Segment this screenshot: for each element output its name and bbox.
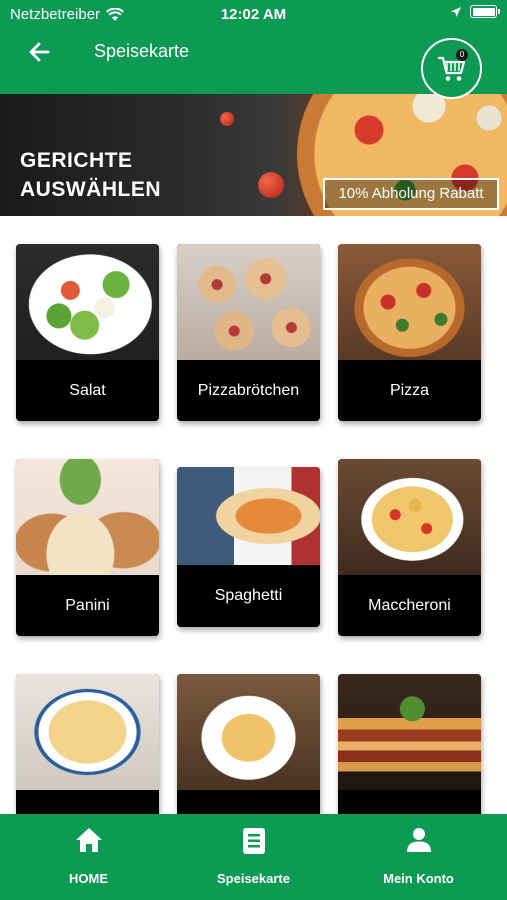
bottom-navigation: HOME Speisekarte Mein Konto xyxy=(0,814,507,900)
category-card-pizzabroetchen[interactable]: Pizzabrötchen xyxy=(177,244,320,421)
category-card-tortellini[interactable] xyxy=(16,674,159,814)
lasagne-image xyxy=(338,674,481,790)
nav-tab-mein-konto[interactable]: Mein Konto xyxy=(334,814,503,900)
cart-count-badge: 0 xyxy=(456,49,468,61)
arrow-left-icon xyxy=(29,42,50,62)
nav-tab-home[interactable]: HOME xyxy=(4,814,173,900)
pizzabroetchen-image xyxy=(177,244,320,360)
battery-icon xyxy=(470,5,500,18)
category-card-salat[interactable]: Salat xyxy=(16,244,159,421)
category-grid: Salat Pizzabrötchen Pizza Panini Spaghet… xyxy=(0,216,507,814)
page-title: Speisekarte xyxy=(94,41,190,61)
back-button[interactable] xyxy=(26,38,54,66)
banner-title-line2: AUSWÄHLEN xyxy=(20,178,161,201)
category-label: Pizzabrötchen xyxy=(197,382,300,399)
category-label: Panini xyxy=(65,597,110,614)
category-card-lasagne[interactable] xyxy=(338,674,481,814)
category-card-pizza[interactable]: Pizza xyxy=(338,244,481,421)
category-label: Maccheroni xyxy=(368,597,451,614)
category-card-spaghetti[interactable]: Spaghetti xyxy=(177,467,320,627)
pizza-image xyxy=(338,244,481,360)
panini-image xyxy=(16,459,159,575)
category-card-tagliatelle[interactable] xyxy=(177,674,320,814)
maccheroni-image xyxy=(338,459,481,575)
salat-image xyxy=(16,244,159,360)
category-label xyxy=(338,790,481,814)
tagliatelle-image xyxy=(177,674,320,790)
status-time: 12:02 AM xyxy=(220,6,287,23)
cart-button[interactable]: 0 xyxy=(421,38,482,99)
spaghetti-image xyxy=(177,467,320,565)
promo-banner: GERICHTE AUSWÄHLEN 10% Abholung Rabatt xyxy=(0,94,507,216)
user-icon xyxy=(406,828,431,852)
status-bar: Netzbetreiber 12:02 AM xyxy=(0,0,507,28)
status-right xyxy=(450,5,500,18)
nav-tab-speisekarte[interactable]: Speisekarte xyxy=(169,814,338,900)
nav-label-mein-konto: Mein Konto xyxy=(383,871,454,886)
category-label xyxy=(16,790,159,814)
category-label: Pizza xyxy=(389,382,430,399)
category-card-maccheroni[interactable]: Maccheroni xyxy=(338,459,481,636)
location-arrow-icon xyxy=(451,6,461,17)
tomato-image xyxy=(258,172,284,198)
nav-label-speisekarte: Speisekarte xyxy=(217,871,290,886)
nav-label-home: HOME xyxy=(69,871,108,886)
tortellini-image xyxy=(16,674,159,790)
category-label xyxy=(177,790,320,814)
category-card-panini[interactable]: Panini xyxy=(16,459,159,636)
category-label: Spaghetti xyxy=(214,587,283,604)
category-label: Salat xyxy=(69,382,106,399)
banner-title-line1: GERICHTE xyxy=(20,149,133,172)
home-icon xyxy=(75,828,102,852)
discount-badge: 10% Abholung Rabatt xyxy=(323,178,499,210)
menu-list-icon xyxy=(242,828,265,854)
banner-title: GERICHTE AUSWÄHLEN xyxy=(20,146,161,204)
tomato-image xyxy=(220,112,234,126)
